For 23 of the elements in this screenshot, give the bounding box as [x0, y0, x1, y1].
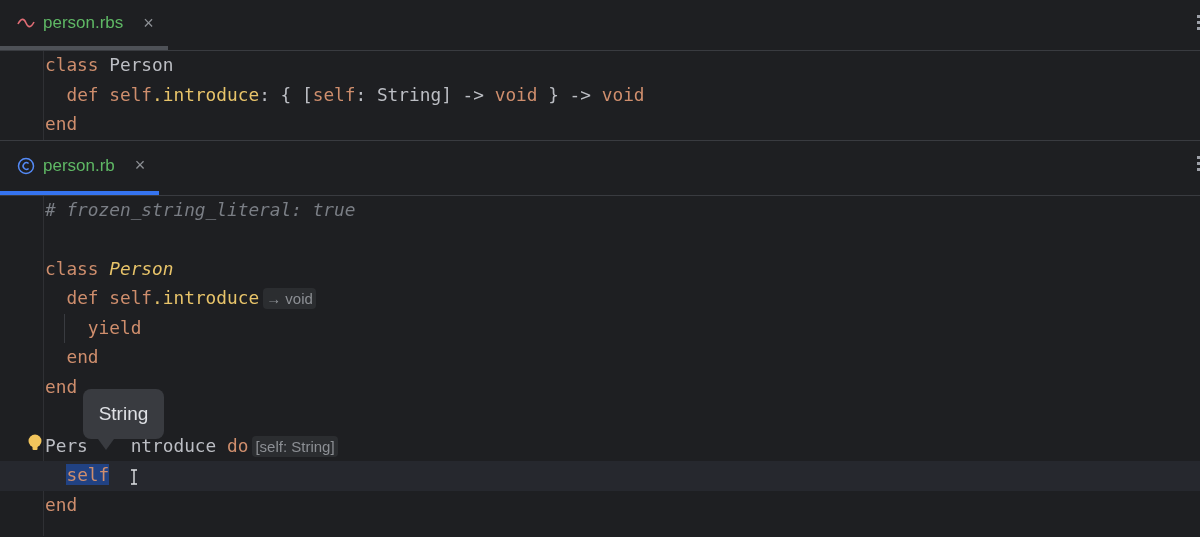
close-button[interactable]: ×	[143, 9, 154, 37]
editor-tab[interactable]: person.rbs ×	[0, 0, 168, 50]
code-line: end	[45, 374, 78, 399]
code-line: end	[45, 492, 78, 517]
more-icon[interactable]	[1197, 14, 1200, 30]
code-line: yield	[87, 315, 142, 340]
code-line: end	[45, 112, 78, 137]
code-line: def self.introduce: { [self: String] -> void } -> void	[66, 82, 645, 107]
close-button[interactable]: ×	[134, 152, 146, 179]
inlay-hint: → void	[263, 288, 316, 310]
code-line: end	[66, 345, 99, 370]
code-line: def self.introduce	[66, 286, 260, 311]
tooltip-pointer	[98, 439, 114, 450]
bulb-icon[interactable]	[28, 433, 42, 450]
editor-tab[interactable]: person.rb ×	[0, 140, 160, 195]
more-icon[interactable]	[1197, 154, 1200, 171]
code-line: class Person	[45, 53, 174, 78]
tooltip: String	[83, 389, 164, 439]
wave-icon	[17, 18, 35, 28]
code-line: class Person	[45, 256, 174, 281]
class-icon	[17, 156, 35, 175]
inlay-hint: [self: String]	[252, 435, 338, 457]
code-line: # frozen_string_literal: true	[45, 197, 356, 222]
